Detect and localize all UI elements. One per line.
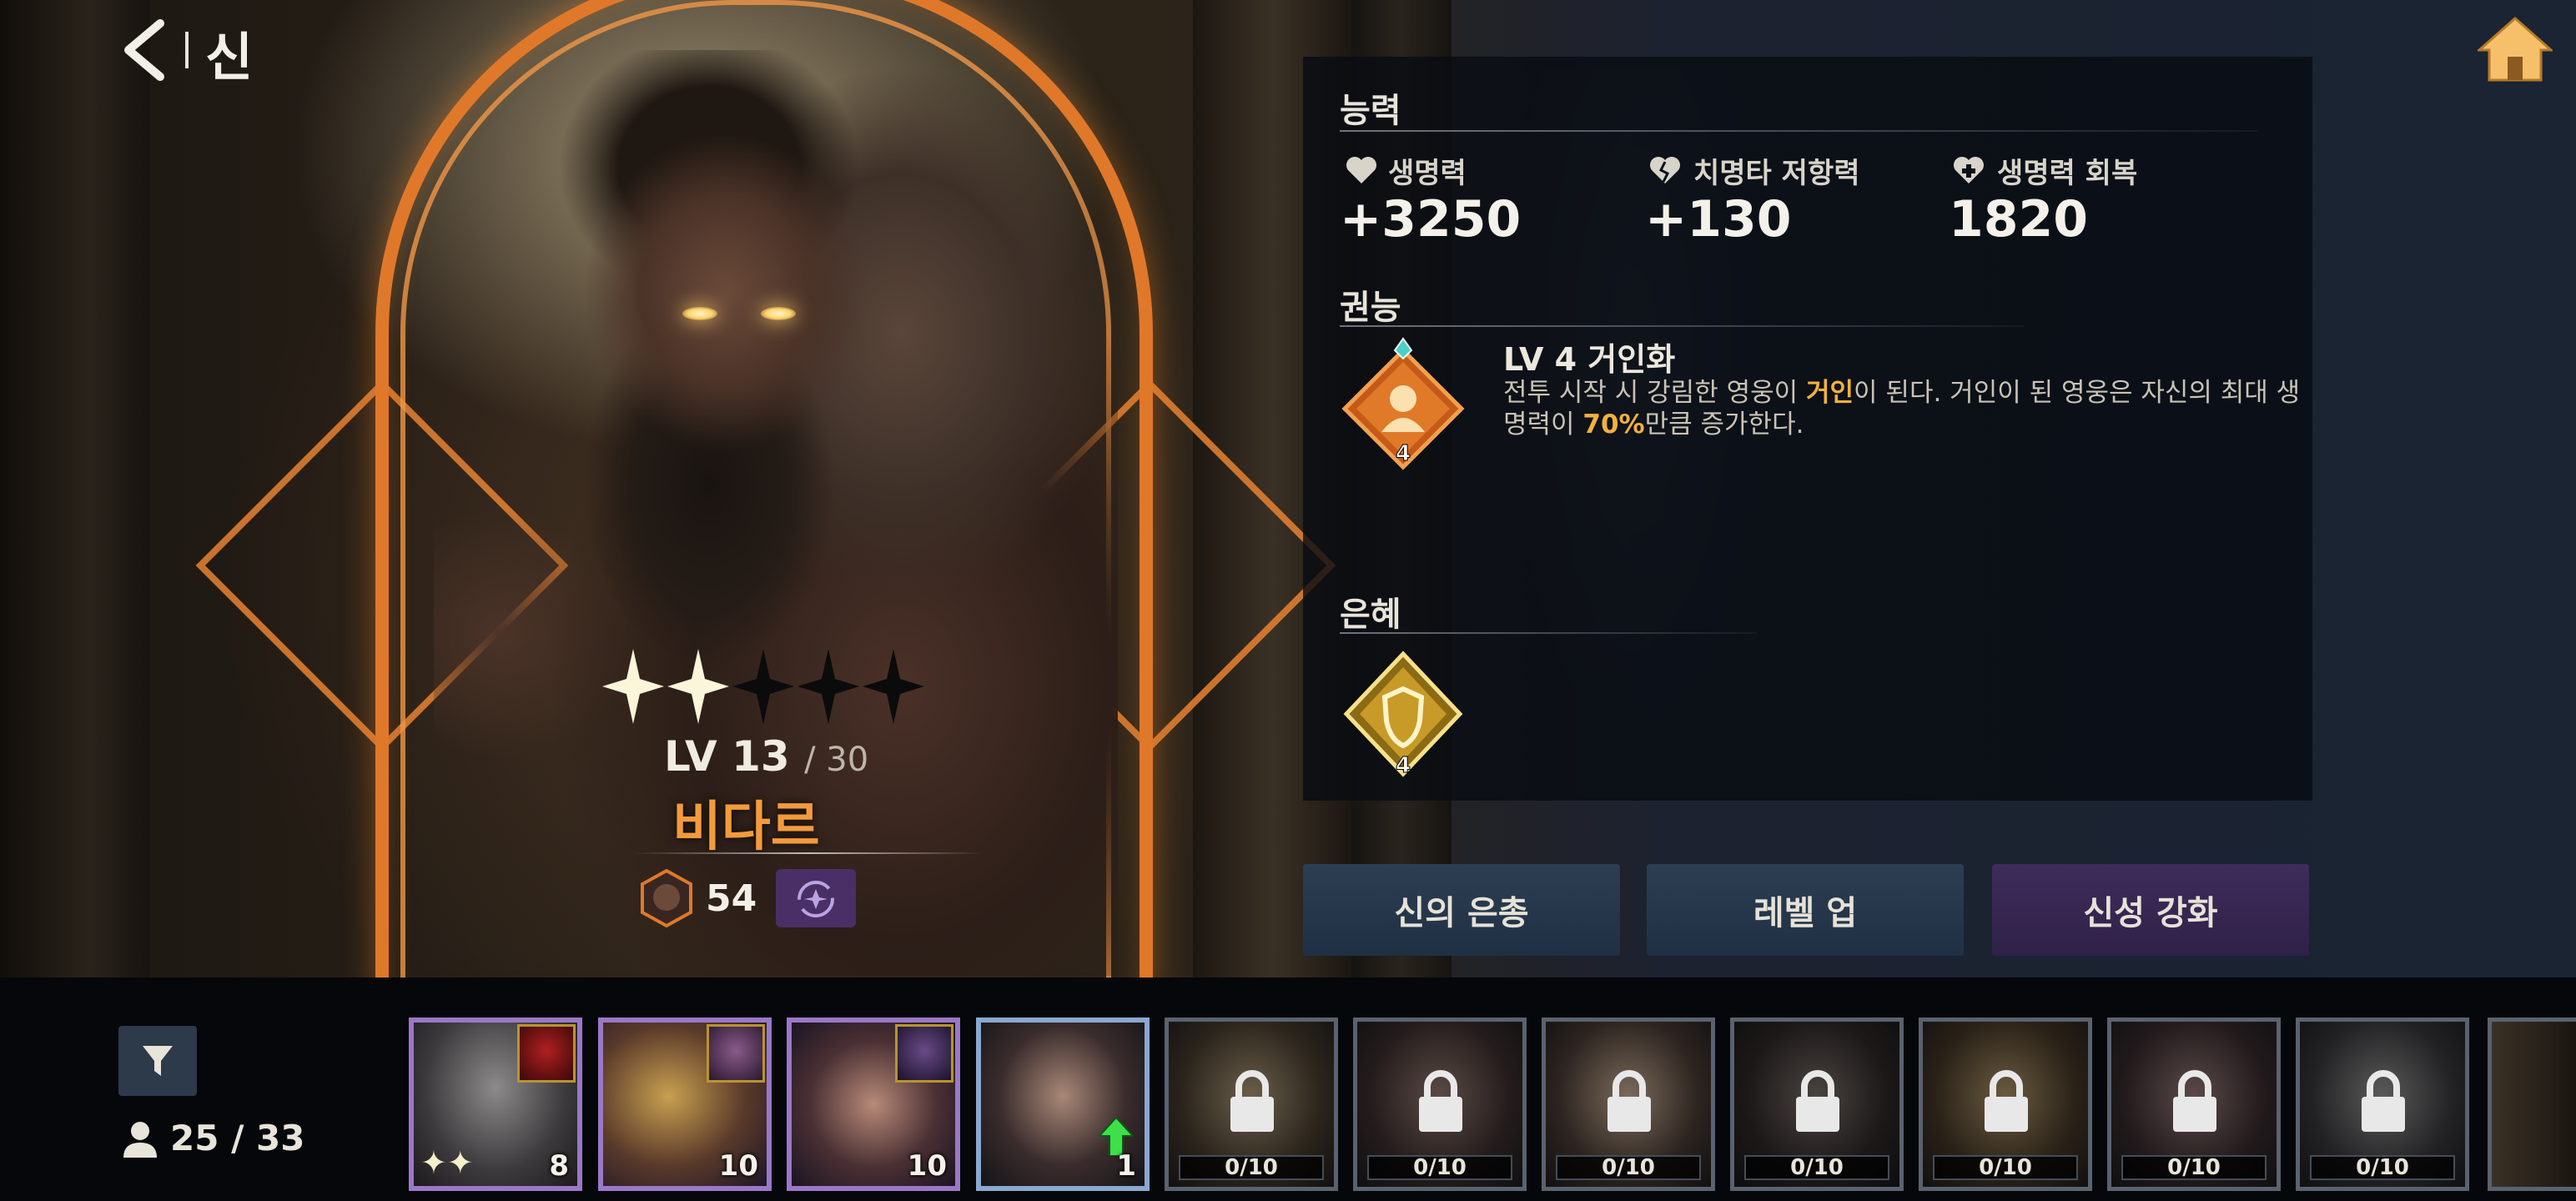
level-max: / 30 <box>804 741 869 779</box>
filter-button[interactable] <box>118 1026 197 1096</box>
roster-card-partial[interactable] <box>2488 1018 2576 1191</box>
broken-heart-shield-icon <box>1650 157 1680 183</box>
authority-section-title: 권능 <box>1340 289 1401 327</box>
hero-eye-glow <box>682 307 717 320</box>
hero-name: 비다르 <box>672 796 820 858</box>
hero-owned-count: 25 / 33 <box>170 1118 305 1158</box>
stat-value-crit-resist: +130 <box>1645 190 1792 249</box>
hero-badge-value: 54 <box>706 877 757 920</box>
star-filled-icon <box>602 649 664 724</box>
roster-card-locked[interactable]: 0/10 <box>2296 1018 2469 1191</box>
heart-icon <box>1346 157 1376 183</box>
ability-section-title: 능력 <box>1340 92 1401 130</box>
lock-icon <box>1796 1070 1839 1132</box>
roster-card-locked[interactable]: 0/10 <box>2107 1018 2281 1191</box>
level-prefix: LV <box>664 732 717 781</box>
companion-portrait <box>517 1024 576 1083</box>
lock-icon <box>1985 1070 2028 1132</box>
god-grace-button[interactable]: 신의 은총 <box>1303 864 1620 956</box>
card-progress: 0/10 <box>1367 1155 1512 1180</box>
hero-eye-glow <box>761 307 796 320</box>
star-empty-icon <box>863 649 924 724</box>
skill-name: LV 4 거인화 <box>1503 341 1676 378</box>
lock-icon <box>2173 1070 2216 1132</box>
card-progress: 0/10 <box>1179 1155 1324 1180</box>
card-level: 10 <box>907 1149 947 1183</box>
roster-card-locked[interactable]: 0/10 <box>1919 1018 2092 1191</box>
skill-desc-text: 전투 시작 시 강림한 영웅이 <box>1503 378 1806 408</box>
lock-icon <box>1419 1070 1462 1132</box>
swap-icon <box>797 881 834 917</box>
page-title: 신 <box>205 27 254 88</box>
roster-card-locked[interactable]: 0/10 <box>1165 1018 1338 1191</box>
lock-icon <box>2362 1070 2405 1132</box>
card-level: 10 <box>718 1149 758 1183</box>
card-progress: 0/10 <box>1933 1155 2078 1180</box>
card-level: 1 <box>1116 1149 1136 1183</box>
roster-card[interactable]: ✦✦ 8 <box>409 1018 582 1191</box>
hero-level: LV 13 / 30 <box>664 732 868 781</box>
hero-power-badge <box>637 868 696 928</box>
back-arrow-icon <box>124 19 164 81</box>
stat-label-hp: 생명력 <box>1388 157 1467 190</box>
grace-level-number: 4 <box>1396 753 1411 778</box>
lock-icon <box>1607 1070 1651 1132</box>
level-value: 13 <box>732 732 790 781</box>
card-progress: 0/10 <box>2121 1155 2267 1180</box>
name-divider <box>634 852 984 854</box>
card-stars: ✦✦ <box>420 1144 474 1181</box>
stat-value-hp-regen: 1820 <box>1949 190 2088 249</box>
filter-funnel-icon <box>143 1046 173 1076</box>
card-progress: 0/10 <box>1556 1155 1701 1180</box>
home-icon <box>2476 16 2554 82</box>
skill-desc-highlight: 거인 <box>1806 378 1854 408</box>
card-level: 8 <box>549 1149 569 1183</box>
companion-portrait <box>895 1024 953 1083</box>
giant-skill-icon[interactable]: 4 <box>1336 334 1470 475</box>
stat-value-hp: +3250 <box>1340 190 1522 249</box>
heart-plus-icon <box>1954 157 1984 183</box>
star-empty-icon <box>732 649 794 724</box>
person-icon <box>123 1122 157 1158</box>
stat-label-hp-regen: 생명력 회복 <box>1997 157 2138 190</box>
skill-level-number: 4 <box>1396 441 1411 466</box>
swap-hero-button[interactable] <box>776 869 856 927</box>
level-up-button[interactable]: 레벨 업 <box>1647 864 1964 956</box>
grace-shield-icon[interactable]: 4 <box>1336 642 1470 784</box>
skill-desc-highlight: 70% <box>1582 410 1645 440</box>
star-filled-icon <box>667 649 729 724</box>
companion-portrait <box>707 1024 765 1083</box>
divinity-enhance-button[interactable]: 신성 강화 <box>1992 864 2309 956</box>
roster-card-locked[interactable]: 0/10 <box>1542 1018 1715 1191</box>
grace-section-title: 은혜 <box>1340 595 1401 634</box>
ability-divider <box>1340 130 2257 132</box>
grace-divider <box>1340 632 1757 634</box>
star-empty-icon <box>797 649 859 724</box>
hero-star-rating <box>602 649 924 724</box>
roster-card[interactable]: 10 <box>598 1018 772 1191</box>
card-progress: 0/10 <box>2310 1155 2455 1180</box>
left-pillar <box>0 0 150 977</box>
stat-label-crit-resist: 치명타 저항력 <box>1693 157 1860 190</box>
authority-divider <box>1340 325 2024 327</box>
nav-separator <box>185 32 189 68</box>
hero-badge-icon <box>641 868 692 928</box>
roster-card-locked[interactable]: 0/10 <box>1353 1018 1527 1191</box>
roster-card[interactable]: 10 <box>787 1018 960 1191</box>
card-progress: 0/10 <box>1744 1155 1889 1180</box>
home-button[interactable] <box>2476 15 2554 82</box>
skill-description: 전투 시작 시 강림한 영웅이 거인이 된다. 거인이 된 영웅은 자신의 최대… <box>1503 377 2304 440</box>
back-button[interactable] <box>117 18 175 82</box>
roster-card[interactable]: 1 <box>976 1018 1150 1191</box>
skill-desc-text: 만큼 증가한다. <box>1644 410 1804 440</box>
lock-icon <box>1230 1070 1274 1132</box>
roster-card-locked[interactable]: 0/10 <box>1730 1018 1904 1191</box>
